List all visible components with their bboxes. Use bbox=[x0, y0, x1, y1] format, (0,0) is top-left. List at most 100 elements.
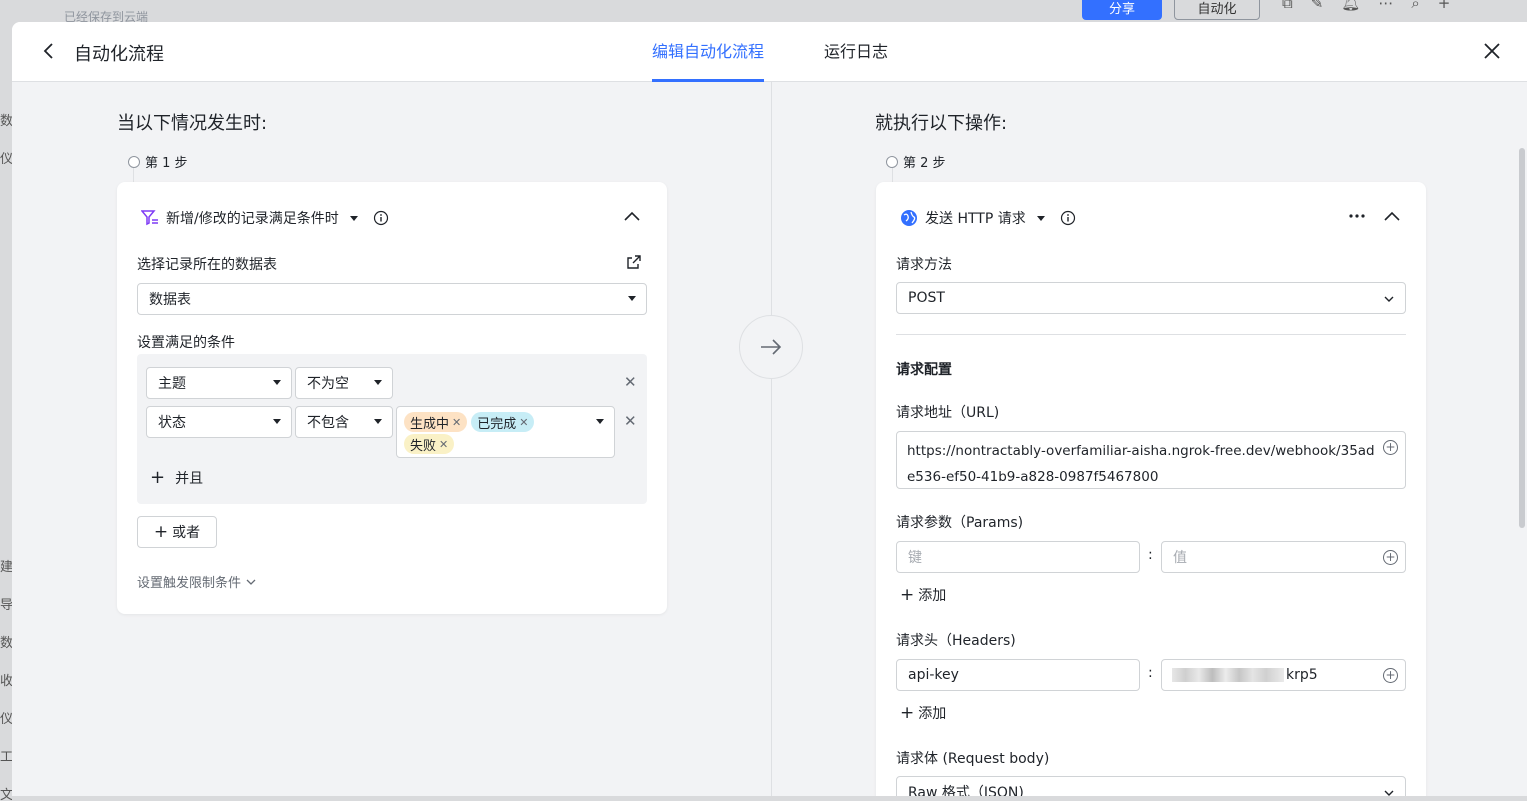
params-label: 请求参数（Params) bbox=[896, 515, 1024, 531]
page-title: 自动化流程 bbox=[74, 44, 164, 65]
colon-separator: : bbox=[1148, 665, 1153, 681]
params-key-input[interactable]: 键 bbox=[896, 541, 1140, 573]
sidebar-char: 数 bbox=[0, 636, 12, 651]
plus-icon[interactable]: + bbox=[1438, 0, 1451, 12]
plus-icon: + bbox=[900, 703, 915, 723]
bell-icon[interactable]: 🔔︎ bbox=[1341, 0, 1360, 12]
modal-header: 自动化流程 编辑自动化流程 运行日志 bbox=[12, 22, 1527, 82]
value-tag: 失败 ✕ bbox=[404, 434, 455, 454]
action-section-title: 就执行以下操作: bbox=[875, 113, 1008, 134]
caret-down-icon bbox=[273, 419, 281, 424]
condition-operator-select[interactable]: 不包含 bbox=[295, 406, 393, 438]
action-type-label: 发送 HTTP 请求 bbox=[925, 211, 1026, 227]
condition-operator-select[interactable]: 不为空 bbox=[295, 367, 393, 399]
trigger-card: 新增/修改的记录满足条件时 选择记录所在的数据表 数据表 设置满足的条件 主题 … bbox=[117, 182, 667, 614]
tag-remove-icon[interactable]: ✕ bbox=[439, 438, 448, 451]
add-or-condition-button[interactable]: + 或者 bbox=[137, 516, 217, 548]
automation-button[interactable]: 自动化 bbox=[1174, 0, 1260, 20]
edit-icon[interactable]: ✎ bbox=[1311, 0, 1324, 12]
sidebar-char: 导 bbox=[0, 598, 12, 613]
back-arrow-icon[interactable] bbox=[38, 40, 60, 62]
add-header-button[interactable]: + 添加 bbox=[900, 703, 946, 723]
info-icon[interactable] bbox=[373, 210, 389, 226]
action-card: 发送 HTTP 请求 请求方法 POST 请求配置 请求地址（URL) http… bbox=[876, 182, 1426, 796]
headers-label: 请求头（Headers) bbox=[896, 633, 1016, 649]
colon-separator: : bbox=[1148, 547, 1153, 563]
method-value: POST bbox=[908, 290, 945, 306]
step-dot bbox=[128, 155, 140, 168]
url-value: https://nontractably-overfamiliar-aisha.… bbox=[907, 443, 1375, 485]
params-value-input[interactable]: 值 + bbox=[1161, 541, 1406, 573]
tag-remove-icon[interactable]: ✕ bbox=[519, 416, 528, 429]
tag-remove-icon[interactable]: ✕ bbox=[452, 416, 461, 429]
step-dot bbox=[886, 155, 898, 168]
sidebar-char: 工 bbox=[0, 750, 12, 765]
plus-icon: + bbox=[900, 585, 915, 605]
external-link-icon[interactable] bbox=[626, 254, 642, 270]
close-icon[interactable] bbox=[1481, 40, 1503, 62]
value-tag: 已完成 ✕ bbox=[471, 412, 535, 432]
step-1-label: 第 1 步 bbox=[128, 152, 188, 171]
condition-field-select[interactable]: 主题 bbox=[146, 367, 292, 399]
remove-condition-icon[interactable]: ✕ bbox=[624, 373, 637, 391]
info-icon[interactable] bbox=[1060, 210, 1076, 226]
collapse-icon[interactable] bbox=[623, 209, 641, 223]
share-button[interactable]: 分享 bbox=[1082, 0, 1162, 20]
chevron-down-icon bbox=[1384, 296, 1394, 302]
step-text: 第 2 步 bbox=[903, 156, 946, 171]
method-label: 请求方法 bbox=[896, 257, 952, 273]
action-type-selector[interactable]: 发送 HTTP 请求 bbox=[900, 208, 1076, 228]
sidebar-char: 建 bbox=[0, 560, 12, 575]
trigger-type-selector[interactable]: 新增/修改的记录满足条件时 bbox=[141, 208, 389, 228]
params-value-placeholder: 值 bbox=[1173, 550, 1187, 566]
copy-icon[interactable]: ⧉ bbox=[1282, 0, 1293, 12]
body-format-select[interactable]: Raw 格式（JSON) bbox=[896, 776, 1406, 796]
chevron-down-icon bbox=[1036, 215, 1045, 221]
params-key-placeholder: 键 bbox=[908, 550, 922, 566]
header-value-input[interactable]: krp5 + bbox=[1161, 659, 1406, 691]
insert-variable-icon[interactable]: + bbox=[1383, 440, 1398, 455]
trigger-limit-toggle[interactable]: 设置触发限制条件 bbox=[137, 572, 257, 591]
method-select[interactable]: POST bbox=[896, 282, 1406, 314]
url-label: 请求地址（URL) bbox=[896, 405, 1000, 421]
conditions-group: 主题 不为空 ✕ 状态 不包含 生成中 ✕ 已完成 ✕ 失败 ✕ ✕ + 并且 bbox=[137, 354, 647, 504]
plus-icon: + bbox=[153, 522, 169, 542]
tag-text: 已完成 bbox=[477, 416, 517, 432]
caret-down-icon bbox=[374, 419, 382, 424]
scrollbar[interactable] bbox=[1519, 148, 1525, 528]
body-format-value: Raw 格式（JSON) bbox=[908, 785, 1024, 796]
add-param-button[interactable]: + 添加 bbox=[900, 585, 946, 605]
more-options-icon[interactable] bbox=[1348, 212, 1366, 220]
insert-variable-icon[interactable]: + bbox=[1383, 550, 1398, 565]
table-select-value: 数据表 bbox=[149, 292, 191, 308]
section-divider bbox=[896, 334, 1406, 335]
add-label: 添加 bbox=[918, 588, 947, 604]
condition-field-select[interactable]: 状态 bbox=[146, 406, 292, 438]
step-2-label: 第 2 步 bbox=[886, 152, 946, 171]
header-key-input[interactable]: api-key bbox=[896, 659, 1140, 691]
insert-variable-icon[interactable]: + bbox=[1383, 668, 1398, 683]
tag-text: 失败 bbox=[410, 438, 437, 454]
remove-condition-icon[interactable]: ✕ bbox=[624, 412, 637, 430]
sidebar-char: 文 bbox=[0, 788, 12, 801]
condition-values-multiselect[interactable]: 生成中 ✕ 已完成 ✕ 失败 ✕ bbox=[396, 406, 615, 458]
add-and-condition-button[interactable]: + 并且 bbox=[150, 468, 203, 488]
sidebar-char: 数 bbox=[0, 114, 12, 129]
step-text: 第 1 步 bbox=[145, 156, 188, 171]
condition-field-value: 主题 bbox=[158, 376, 186, 392]
url-input[interactable]: https://nontractably-overfamiliar-aisha.… bbox=[896, 431, 1406, 489]
chevron-down-icon bbox=[1384, 790, 1394, 796]
limit-label: 设置触发限制条件 bbox=[137, 576, 242, 591]
filter-icon bbox=[141, 210, 158, 226]
search-icon[interactable]: ⌕ bbox=[1411, 0, 1419, 12]
caret-down-icon bbox=[374, 380, 382, 385]
tab-run-log[interactable]: 运行日志 bbox=[824, 38, 888, 82]
tab-edit-automation[interactable]: 编辑自动化流程 bbox=[652, 38, 765, 82]
more-icon[interactable]: ⋯ bbox=[1378, 0, 1393, 12]
table-select[interactable]: 数据表 bbox=[137, 283, 647, 315]
conditions-label: 设置满足的条件 bbox=[137, 335, 235, 351]
trigger-pane: 当以下情况发生时: 第 1 步 新增/修改的记录满足条件时 选择记录所在的数据表… bbox=[12, 82, 771, 796]
collapse-icon[interactable] bbox=[1383, 209, 1401, 223]
trigger-section-title: 当以下情况发生时: bbox=[117, 113, 268, 134]
share-label: 分享 bbox=[1108, 1, 1135, 17]
